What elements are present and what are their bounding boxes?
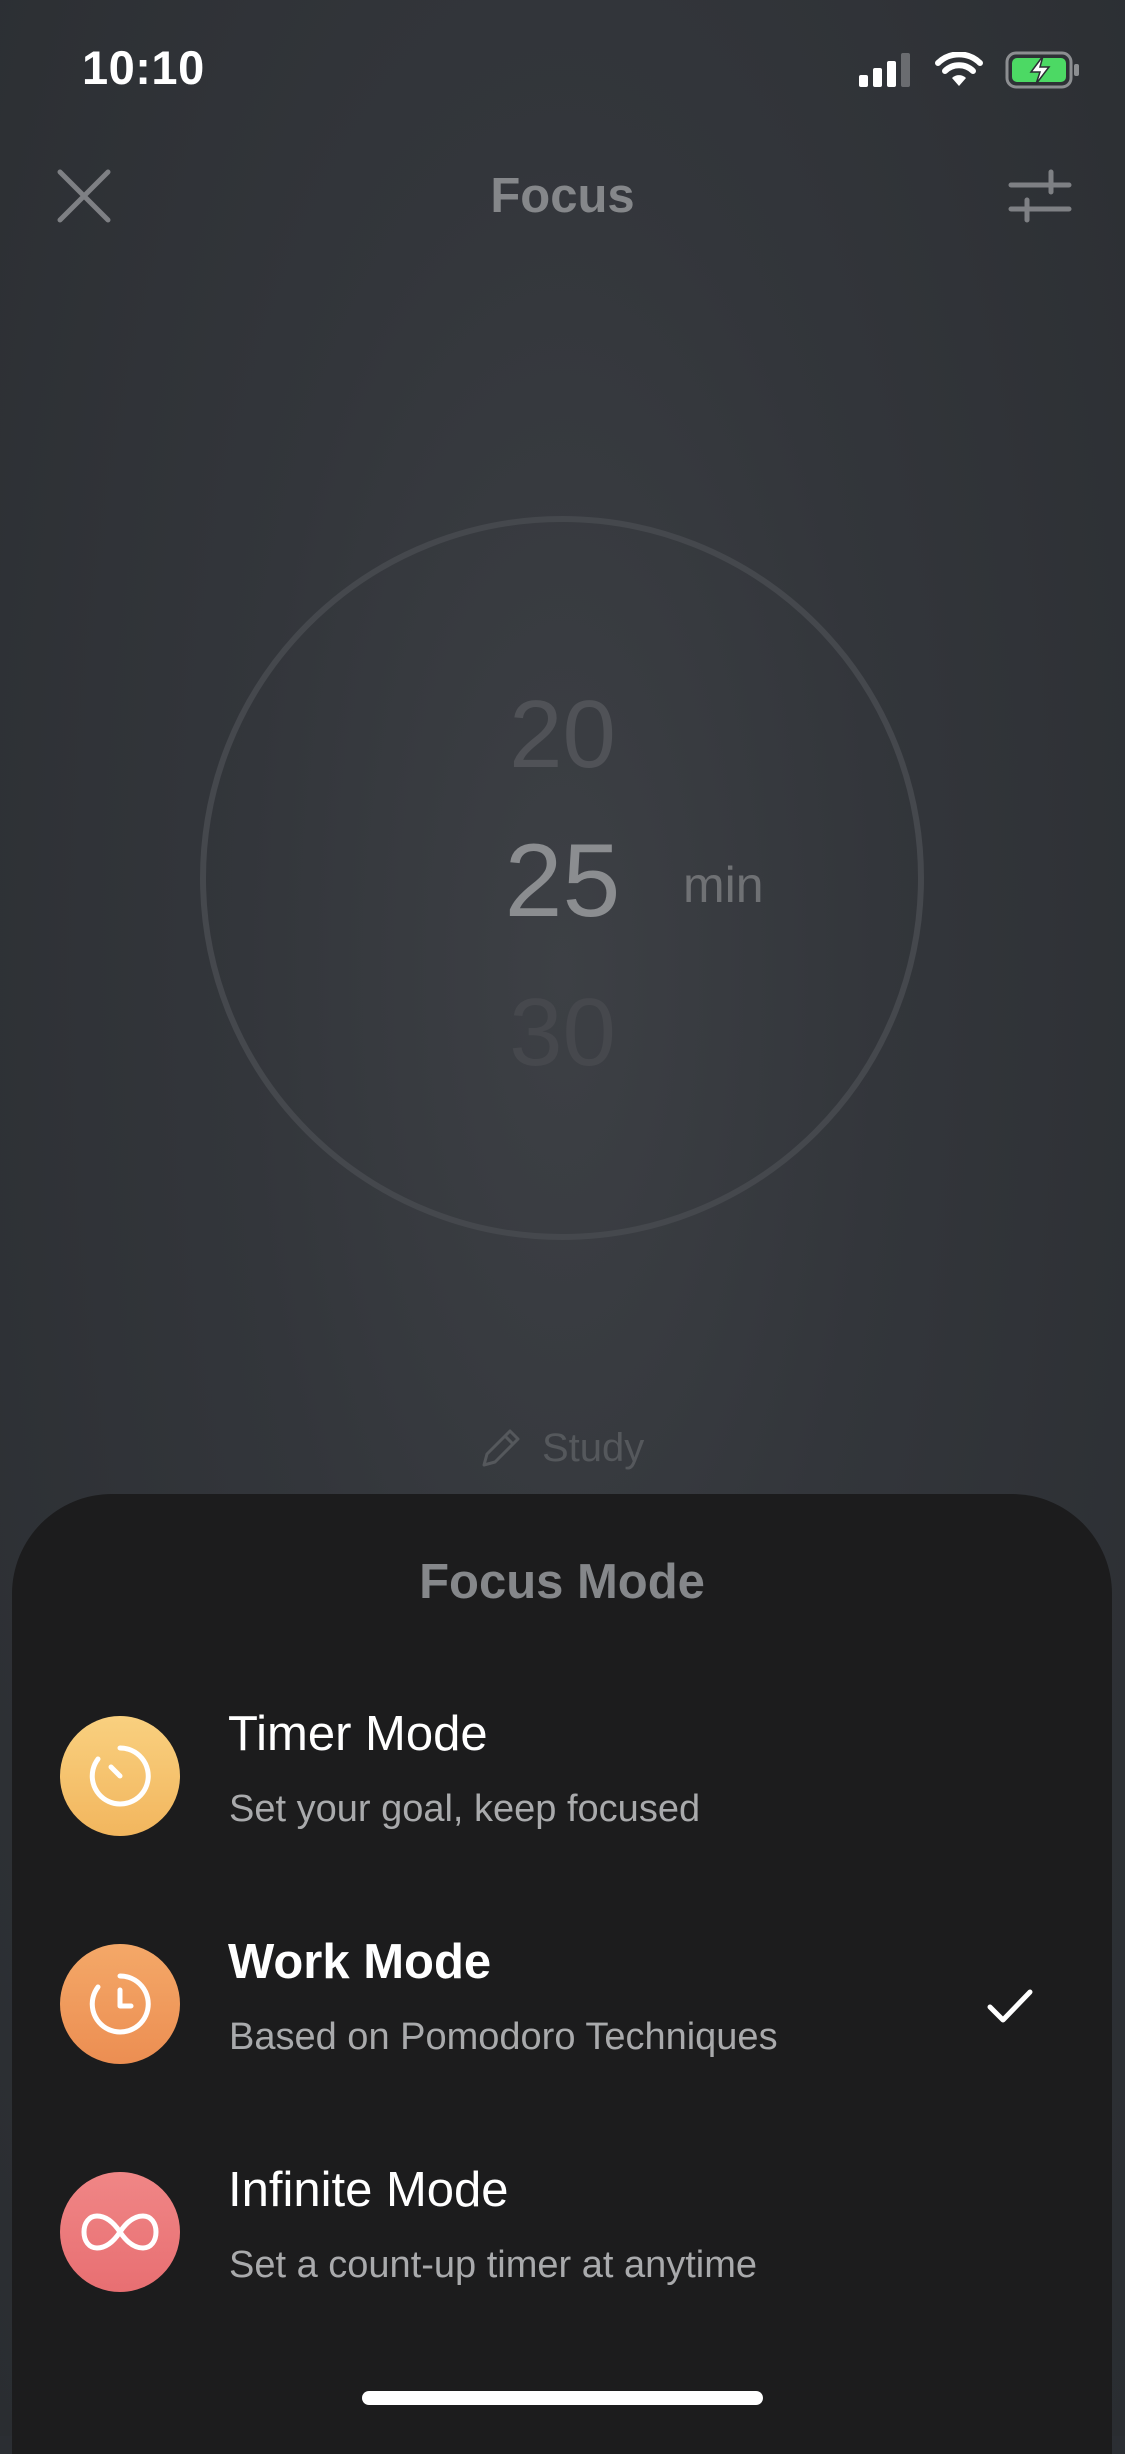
- focus-label-text: Study: [542, 1425, 645, 1470]
- status-icons: [859, 48, 1081, 92]
- settings-button[interactable]: [1005, 162, 1075, 232]
- sheet-title: Focus Mode: [419, 1555, 705, 1609]
- nav-bar: Focus: [0, 150, 1125, 250]
- page-title: Focus: [490, 169, 635, 223]
- focus-screen: 10:10 Focus 20 25 30 min Study Focus Mod…: [0, 0, 1125, 2454]
- mode-item-work[interactable]: Work Mode Based on Pomodoro Techniques: [12, 1920, 1112, 2120]
- timer-icon: [60, 1716, 180, 1836]
- home-indicator[interactable]: [362, 2391, 763, 2405]
- mode-title: Work Mode: [228, 1935, 492, 1989]
- sliders-icon: [1008, 169, 1072, 223]
- dial-unit: min: [683, 857, 764, 913]
- mode-item-timer[interactable]: Timer Mode Set your goal, keep focused: [12, 1692, 1112, 1892]
- mode-description: Set a count-up timer at anytime: [229, 2244, 758, 2286]
- mode-title: Infinite Mode: [228, 2163, 509, 2217]
- mode-title: Timer Mode: [228, 1707, 488, 1761]
- battery-charging-icon: [1005, 51, 1079, 89]
- checkmark-icon: [987, 1989, 1033, 2023]
- mode-description: Set your goal, keep focused: [229, 1788, 701, 1830]
- dial-next-value[interactable]: 30: [0, 978, 1125, 1088]
- wifi-icon: [935, 52, 983, 86]
- focus-label-button[interactable]: Study: [478, 1420, 644, 1476]
- mode-item-infinite[interactable]: Infinite Mode Set a count-up timer at an…: [12, 2148, 1112, 2348]
- dial-previous-value[interactable]: 20: [0, 680, 1125, 790]
- mode-description: Based on Pomodoro Techniques: [229, 2016, 778, 2058]
- pencil-icon: [482, 1429, 520, 1467]
- status-time: 10:10: [82, 41, 205, 94]
- infinity-icon: [60, 2172, 180, 2292]
- focus-mode-sheet: Focus Mode Timer Mode Set your goal, kee…: [12, 1494, 1112, 2454]
- cellular-signal-icon: [859, 53, 910, 87]
- clock-icon: [60, 1944, 180, 2064]
- status-bar: 10:10: [0, 0, 1125, 140]
- dial-current-value[interactable]: 25: [0, 822, 1125, 941]
